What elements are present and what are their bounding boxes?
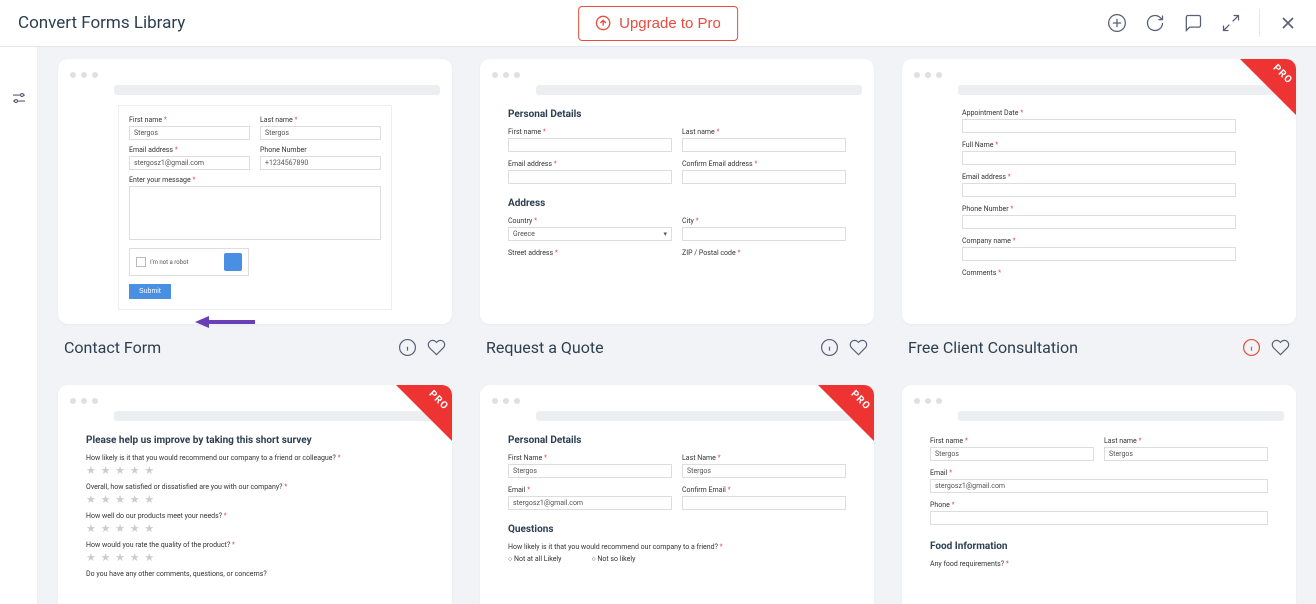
- template-card[interactable]: PRO Please help us improve by taking thi…: [58, 385, 452, 604]
- template-grid: First name *Stergos Last name *Stergos E…: [58, 59, 1296, 604]
- heart-icon[interactable]: [849, 338, 868, 357]
- upgrade-label: Upgrade to Pro: [619, 15, 721, 32]
- template-card[interactable]: First name *Stergos Last name *Stergos E…: [902, 385, 1296, 604]
- pro-ribbon: PRO: [818, 385, 874, 441]
- info-icon[interactable]: [1242, 338, 1261, 357]
- header: Convert Forms Library Upgrade to Pro: [0, 0, 1316, 47]
- template-card[interactable]: Personal Details First name * Last name …: [480, 59, 874, 357]
- filter-icon[interactable]: [10, 89, 28, 107]
- sidebar: [0, 47, 38, 604]
- content: First name *Stergos Last name *Stergos E…: [38, 47, 1316, 604]
- info-icon[interactable]: [820, 338, 839, 357]
- add-icon[interactable]: [1107, 13, 1127, 33]
- expand-icon[interactable]: [1221, 13, 1241, 33]
- heart-icon[interactable]: [1271, 338, 1290, 357]
- template-title: Request a Quote: [486, 338, 604, 357]
- preview-submit: Submit: [129, 284, 171, 299]
- template-card[interactable]: PRO Personal Details First Name *Stergos…: [480, 385, 874, 604]
- template-title: Contact Form: [64, 338, 161, 357]
- divider: [1259, 9, 1260, 37]
- refresh-icon[interactable]: [1145, 13, 1165, 33]
- info-icon[interactable]: [398, 338, 417, 357]
- template-title: Free Client Consultation: [908, 338, 1078, 357]
- header-actions: [1107, 9, 1298, 37]
- comment-icon[interactable]: [1183, 13, 1203, 33]
- heart-icon[interactable]: [427, 338, 446, 357]
- template-card[interactable]: PRO Appointment Date * Full Name * Email…: [902, 59, 1296, 357]
- template-preview: First name *Stergos Last name *Stergos E…: [58, 59, 452, 324]
- pro-ribbon: PRO: [1240, 59, 1296, 115]
- close-icon[interactable]: [1278, 13, 1298, 33]
- template-card[interactable]: First name *Stergos Last name *Stergos E…: [58, 59, 452, 357]
- upgrade-button[interactable]: Upgrade to Pro: [578, 6, 738, 41]
- pro-ribbon: PRO: [396, 385, 452, 441]
- upgrade-icon: [595, 15, 611, 31]
- page-title: Convert Forms Library: [18, 13, 185, 33]
